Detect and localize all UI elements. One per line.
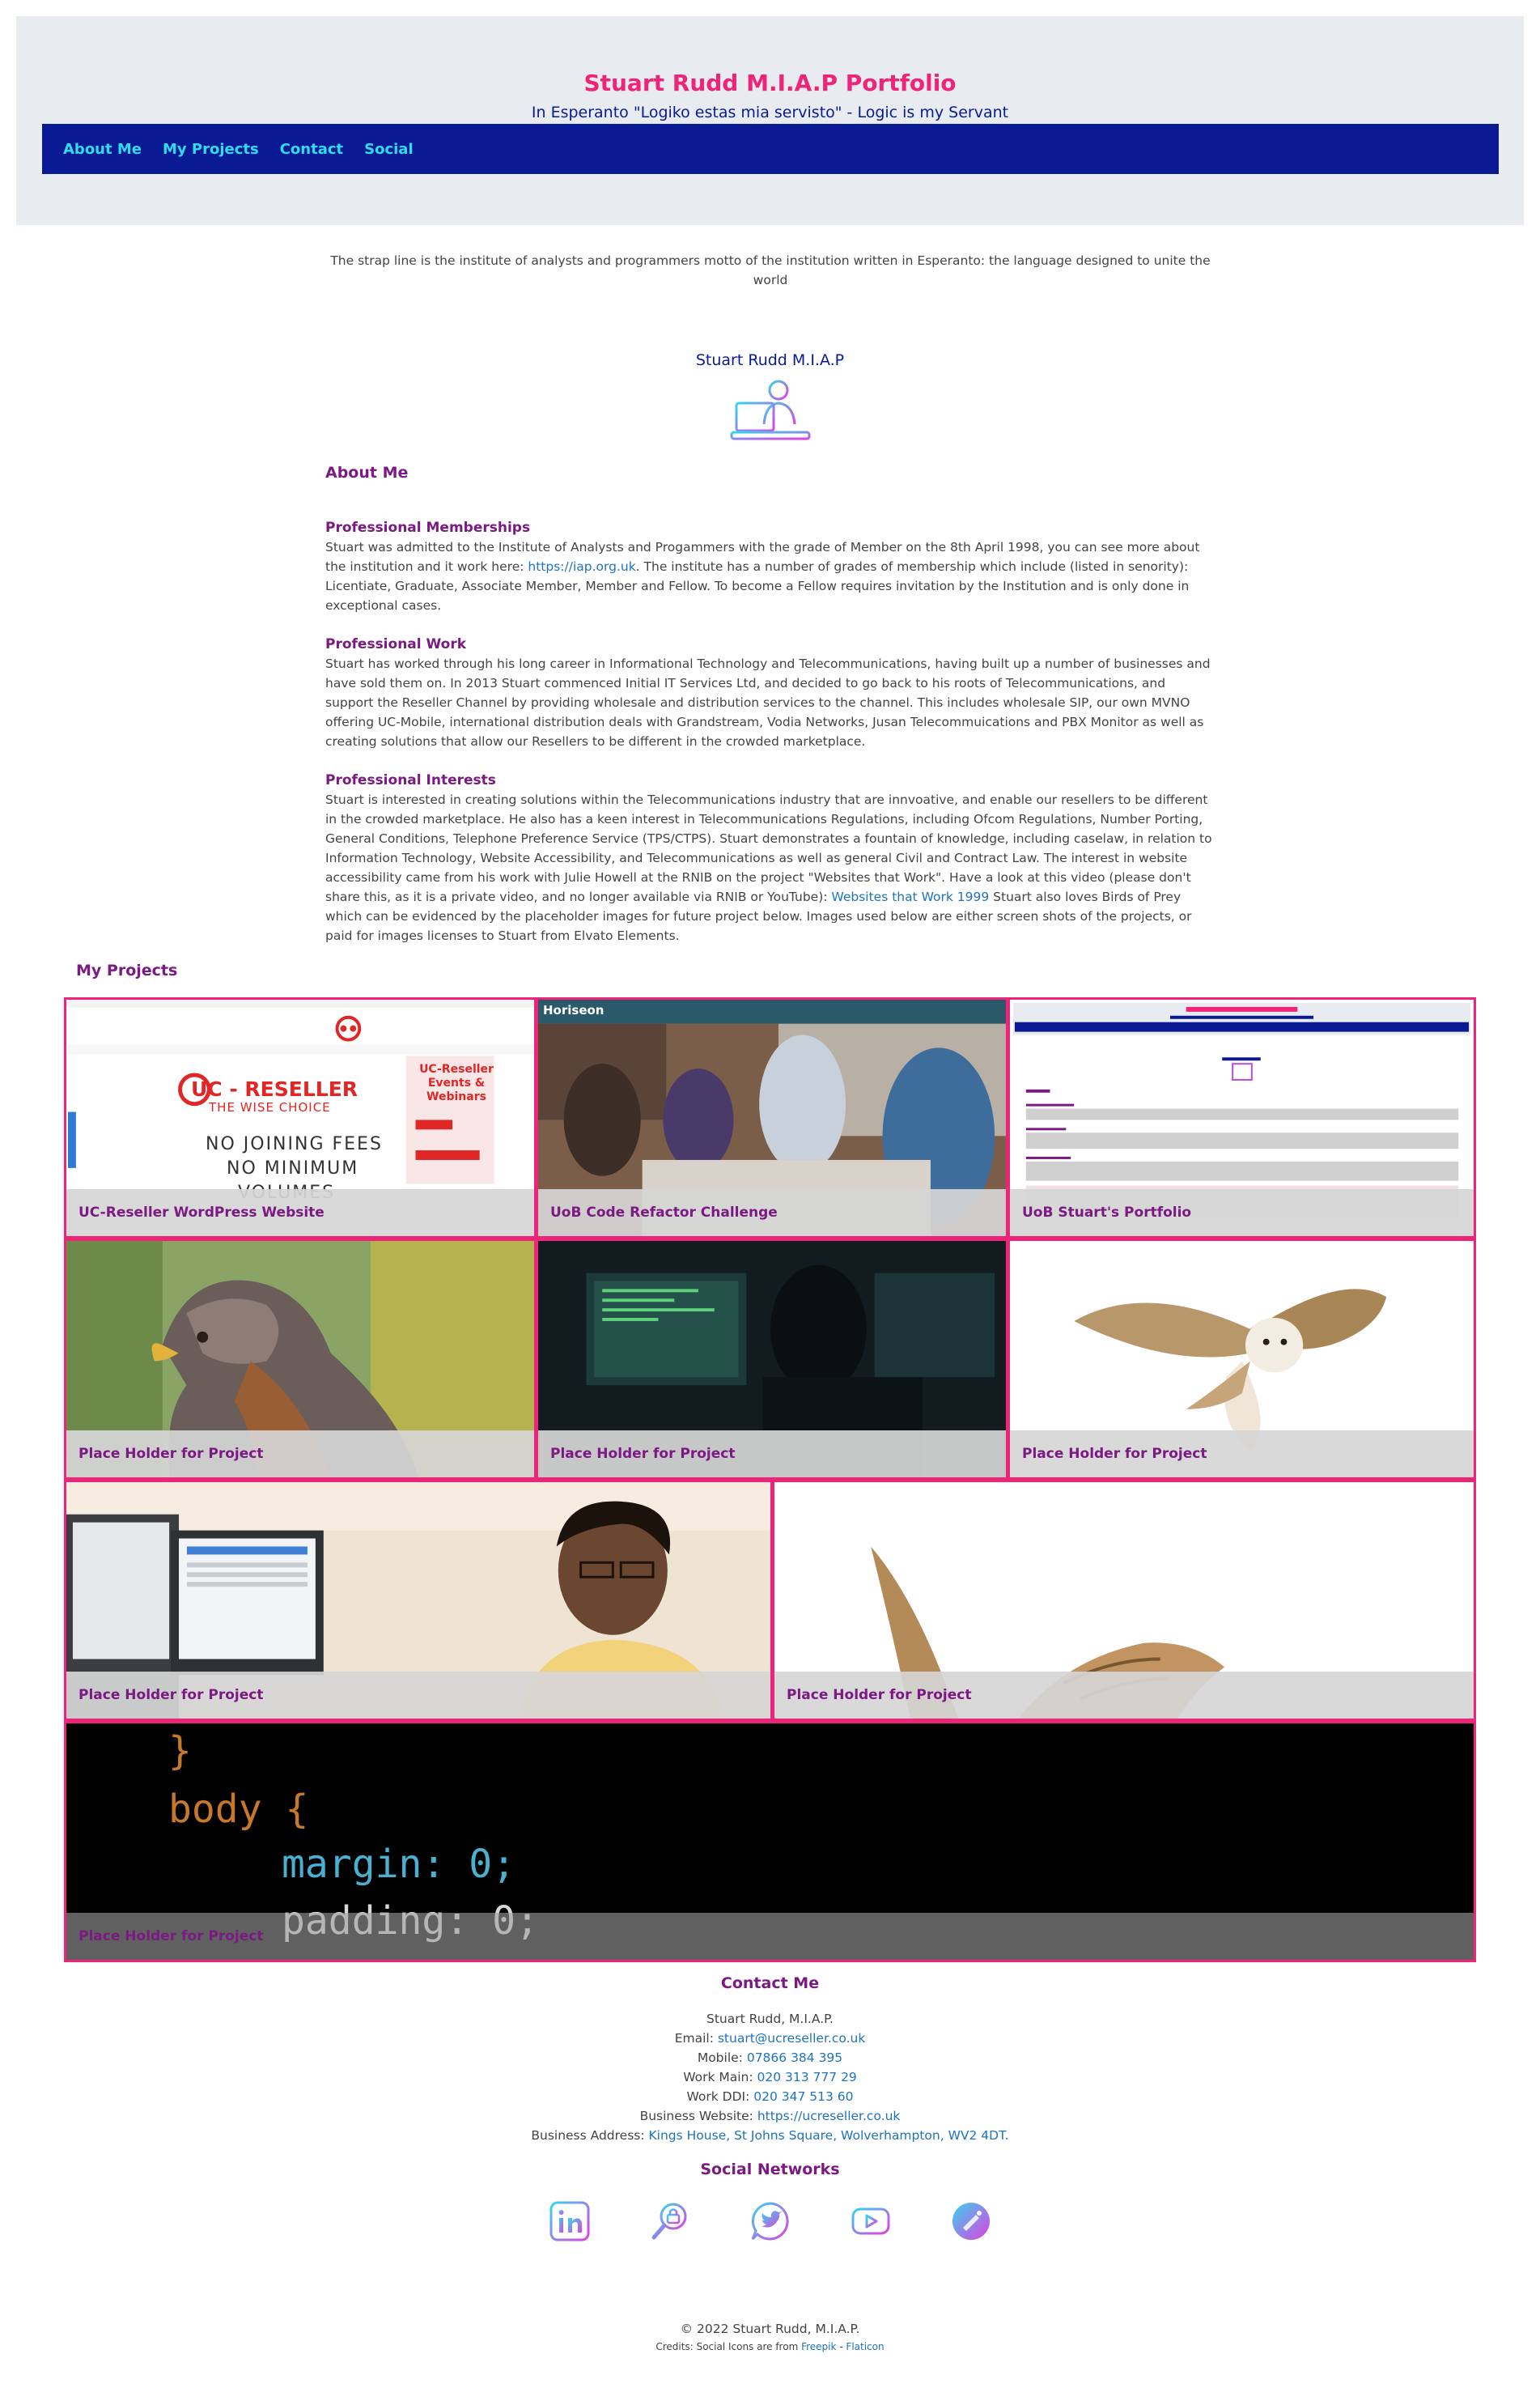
memberships-text: Stuart was admitted to the Institute of …	[325, 538, 1215, 615]
work-main-link[interactable]: 020 313 777 29	[757, 2070, 857, 2084]
project-tile-placeholder-hawk[interactable]: Place Holder for Project	[64, 1239, 537, 1480]
developer-at-laptop-icon	[730, 380, 811, 445]
project-caption: Place Holder for Project	[774, 1672, 1474, 1719]
contact-work-ddi-row: Work DDI: 020 347 513 60	[0, 2087, 1540, 2106]
interests-heading: Professional Interests	[325, 772, 496, 788]
flaticon-link[interactable]: Flaticon	[846, 2341, 884, 2352]
copyright: © 2022 Stuart Rudd, M.I.A.P.	[680, 2322, 860, 2336]
youtube-icon[interactable]	[850, 2200, 892, 2242]
main-nav: About Me My Projects Contact Social	[42, 124, 1499, 174]
project-caption: UoB Stuart's Portfolio	[1010, 1189, 1474, 1236]
social-heading: Social Networks	[700, 2161, 840, 2178]
projects-heading: My Projects	[76, 962, 178, 979]
search-security-icon[interactable]	[649, 2200, 691, 2242]
nav-social[interactable]: Social	[364, 141, 414, 158]
strap-line: The strap line is the institute of analy…	[330, 253, 1211, 287]
gradient-brand-icon[interactable]	[950, 2200, 992, 2242]
email-link[interactable]: stuart@ucreseller.co.uk	[718, 2031, 865, 2046]
site-title: Stuart Rudd M.I.A.P Portfolio	[583, 70, 957, 96]
project-caption: Place Holder for Project	[66, 1913, 1474, 1960]
address-label: Business Address:	[531, 2128, 649, 2143]
credits-prefix: Credits: Social Icons are from	[655, 2341, 802, 2352]
linkedin-icon[interactable]	[549, 2200, 591, 2242]
credits: Credits: Social Icons are from Freepik -…	[0, 2338, 1540, 2356]
uc-reseller-line1: NO JOINING FEES	[206, 1134, 383, 1154]
site-footer: © 2022 Stuart Rudd, M.I.A.P. Credits: So…	[0, 2320, 1540, 2356]
memberships-heading: Professional Memberships	[325, 520, 531, 536]
site-tagline: In Esperanto "Logiko estas mia servisto"…	[531, 104, 1009, 121]
work-text: Stuart has worked through his long caree…	[325, 656, 1211, 749]
social-icons	[0, 2200, 1540, 2242]
email-label: Email:	[674, 2031, 718, 2046]
contact-email-row: Email: stuart@ucreseller.co.uk	[0, 2029, 1540, 2048]
interests-text: Stuart is interested in creating solutio…	[325, 790, 1215, 945]
contact-mobile-row: Mobile: 07866 384 395	[0, 2048, 1540, 2067]
credits-sep: -	[836, 2341, 846, 2352]
contact-website-row: Business Website: https://ucreseller.co.…	[0, 2106, 1540, 2126]
project-tile-uob-portfolio[interactable]: UoB Stuart's Portfolio	[1008, 997, 1476, 1239]
nav-my-projects[interactable]: My Projects	[163, 141, 259, 158]
work-main-label: Work Main:	[683, 2070, 757, 2084]
address-link[interactable]: Kings House, St Johns Square, Wolverhamp…	[649, 2128, 1009, 2143]
mobile-label: Mobile:	[697, 2050, 747, 2065]
profile-name: Stuart Rudd M.I.A.P	[695, 351, 845, 369]
horiseon-logo: Horiseon	[543, 1003, 605, 1018]
websites-that-work-link[interactable]: Websites that Work 1999	[831, 890, 989, 904]
mobile-link[interactable]: 07866 384 395	[747, 2050, 842, 2065]
nav-about-me[interactable]: About Me	[63, 141, 142, 158]
work-ddi-link[interactable]: 020 347 513 60	[753, 2089, 853, 2104]
project-tile-placeholder-owl-wing[interactable]: Place Holder for Project	[772, 1480, 1476, 1721]
project-tile-placeholder-owl[interactable]: Place Holder for Project	[1008, 1239, 1476, 1480]
iap-link[interactable]: https://iap.org.uk	[528, 559, 635, 574]
twitter-icon[interactable]	[749, 2200, 791, 2242]
uc-reseller-slogan: THE WISE CHOICE	[209, 1100, 331, 1115]
project-caption: Place Holder for Project	[538, 1430, 1006, 1477]
uc-reseller-events: UC-Reseller Events & Webinars	[419, 1063, 494, 1103]
project-tile-placeholder-smiling-man[interactable]: Place Holder for Project	[64, 1480, 773, 1721]
uc-reseller-line2: NO MINIMUM	[227, 1158, 359, 1179]
website-link[interactable]: https://ucreseller.co.uk	[757, 2109, 901, 2123]
code-line-margin: margin: 0;	[282, 1842, 515, 1887]
interests-text-before: Stuart is interested in creating solutio…	[325, 792, 1212, 904]
freepik-link[interactable]: Freepik	[801, 2341, 836, 2352]
project-caption: UC-Reseller WordPress Website	[66, 1189, 534, 1236]
website-label: Business Website:	[639, 2109, 757, 2123]
contact-name: Stuart Rudd, M.I.A.P.	[706, 2012, 834, 2026]
about-heading: About Me	[325, 464, 409, 482]
contact-address-row: Business Address: Kings House, St Johns …	[0, 2126, 1540, 2145]
nav-contact[interactable]: Contact	[280, 141, 343, 158]
project-tile-uob-code-refactor[interactable]: Horiseon UoB Code Refactor Challenge	[536, 997, 1008, 1239]
code-line-body: body {	[168, 1787, 309, 1832]
uc-reseller-brand: UC - RESELLER	[191, 1077, 358, 1101]
work-ddi-label: Work DDI:	[686, 2089, 754, 2104]
code-line-brace: }	[168, 1728, 192, 1774]
project-caption: UoB Code Refactor Challenge	[538, 1189, 1006, 1236]
contact-work-main-row: Work Main: 020 313 777 29	[0, 2067, 1540, 2087]
work-heading: Professional Work	[325, 636, 467, 652]
about-section: About Me Professional Memberships Stuart…	[325, 463, 1215, 965]
project-tile-uc-reseller[interactable]: UC - RESELLER THE WISE CHOICE UC-Reselle…	[64, 997, 537, 1239]
project-tile-placeholder-developer[interactable]: Place Holder for Project	[536, 1239, 1008, 1480]
project-caption: Place Holder for Project	[1010, 1430, 1474, 1477]
contact-heading: Contact Me	[720, 1974, 820, 1992]
site-header: Stuart Rudd M.I.A.P Portfolio In Esperan…	[16, 16, 1524, 225]
contact-section: Contact Me Stuart Rudd, M.I.A.P. Email: …	[0, 1974, 1540, 2195]
project-caption: Place Holder for Project	[66, 1672, 770, 1719]
project-tile-placeholder-code[interactable]: } body { margin: 0; padding: 0; Place Ho…	[64, 1721, 1476, 1962]
project-caption: Place Holder for Project	[66, 1430, 534, 1477]
